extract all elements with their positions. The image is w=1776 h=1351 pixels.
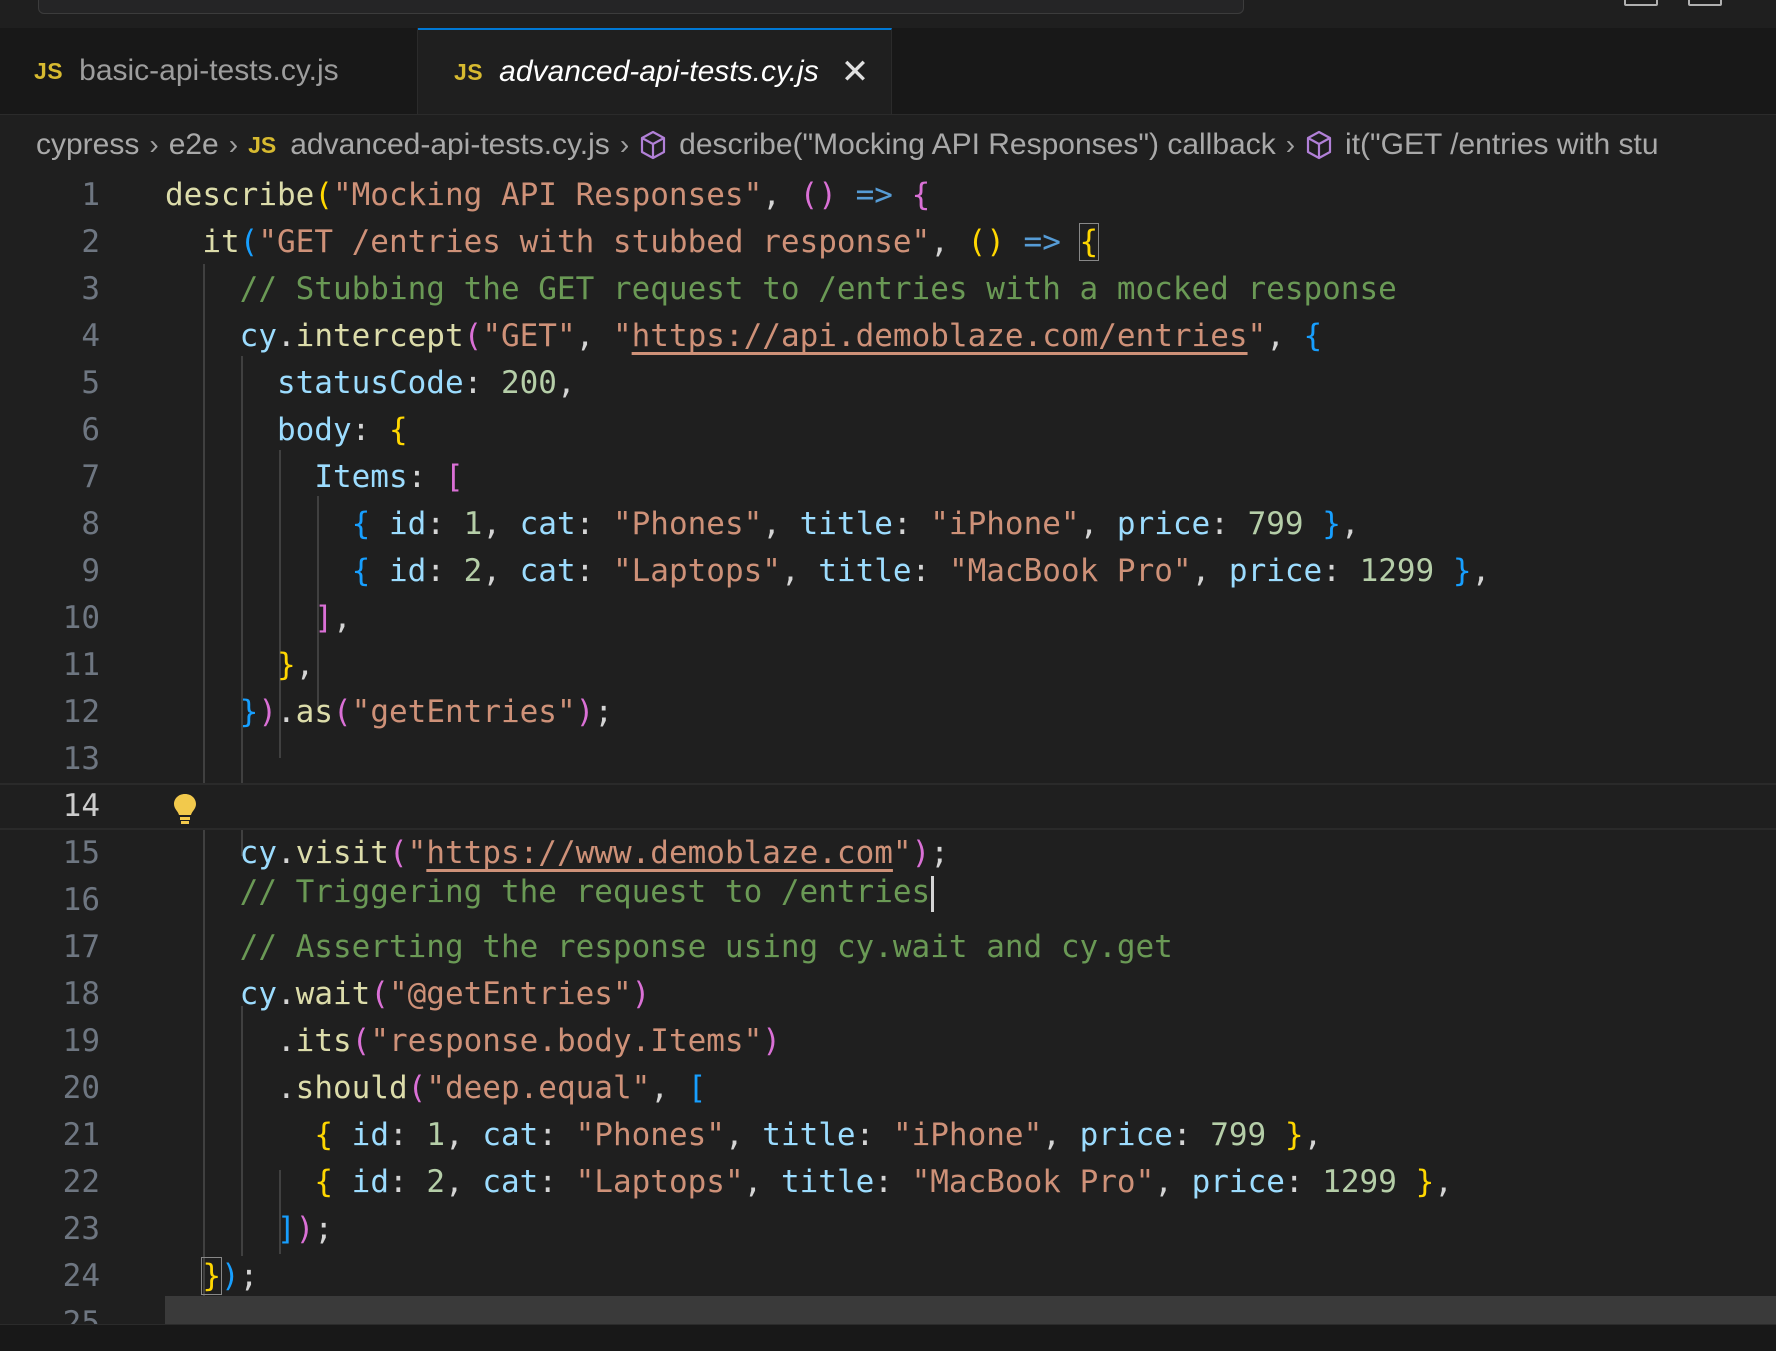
tab-label: basic-api-tests.cy.js [79,54,339,87]
code-line[interactable]: 22 { id: 2, cat: "Laptops", title: "MacB… [0,1159,1776,1206]
horizontal-scrollbar[interactable] [165,1296,1776,1324]
line-number: 10 [62,600,100,636]
close-icon[interactable]: ✕ [841,55,870,89]
line-number: 14 [62,788,100,824]
code-text: { id: 1, cat: "Phones", title: "iPhone",… [351,506,1360,542]
line-number: 24 [62,1258,100,1294]
code-text: // Asserting the response using cy.wait … [165,929,1173,965]
code-line[interactable]: 7 Items: [ [0,454,1776,501]
code-line[interactable]: 11 }, [0,642,1776,689]
chevron-right-icon: › [619,129,630,160]
code-line[interactable]: 17 // Asserting the response using cy.wa… [0,924,1776,971]
line-number: 15 [62,835,100,871]
line-number: 18 [62,976,100,1012]
line-number: 5 [81,365,100,401]
code-text: }); [201,1257,259,1295]
code-line[interactable]: 2 it("GET /entries with stubbed response… [0,219,1776,266]
line-number: 12 [62,694,100,730]
code-line[interactable]: 8 { id: 1, cat: "Phones", title: "iPhone… [0,501,1776,548]
symbol-method-icon [639,130,667,160]
code-line[interactable]: 6 body: { [0,407,1776,454]
layout-panel-icon[interactable] [1688,0,1722,6]
line-number: 19 [62,1023,100,1059]
code-editor[interactable]: 1 describe("Mocking API Responses", () =>… [0,170,1776,1328]
code-line[interactable]: 10 ], [0,595,1776,642]
line-number: 20 [62,1070,100,1106]
code-line[interactable]: 5 statusCode: 200, [0,360,1776,407]
code-line[interactable]: 15 cy.visit("https://www.demoblaze.com")… [0,830,1776,877]
code-line[interactable]: 20 .should("deep.equal", [ [0,1065,1776,1112]
code-text: }).as("getEntries"); [239,694,613,730]
code-text: cy.wait("@getEntries") [239,976,651,1012]
code-line[interactable]: 19 .its("response.body.Items") [0,1018,1776,1065]
code-text: .should("deep.equal", [ [165,1070,707,1106]
code-line[interactable]: 4 cy.intercept("GET", "https://api.demob… [0,313,1776,360]
code-text: ]); [276,1211,333,1247]
symbol-method-icon [1305,130,1333,160]
code-line[interactable]: 3 // Stubbing the GET request to /entrie… [0,266,1776,313]
line-number: 21 [62,1117,100,1153]
line-number: 22 [62,1164,100,1200]
code-text: cy.intercept("GET", "https://api.demobla… [239,318,1323,354]
chevron-right-icon: › [1285,129,1296,160]
title-bar [0,0,1776,29]
code-line[interactable]: 18 cy.wait("@getEntries") [0,971,1776,1018]
layout-toggle-icon[interactable] [1624,0,1658,6]
tab-basic-api-tests[interactable]: JS basic-api-tests.cy.js [0,28,418,114]
code-line[interactable]: 12 }).as("getEntries"); [0,689,1776,736]
code-text: describe("Mocking API Responses", () => … [165,177,931,213]
tab-label: advanced-api-tests.cy.js [499,55,819,88]
line-number: 13 [62,741,100,777]
code-text: ], [314,600,352,636]
code-text: cy.visit("https://www.demoblaze.com"); [239,835,949,871]
line-number: 8 [81,506,100,542]
line-number: 23 [62,1211,100,1247]
code-text: statusCode: 200, [276,365,576,401]
code-text: // Stubbing the GET request to /entries … [165,271,1397,307]
code-text: .its("response.body.Items") [165,1023,781,1059]
code-line-current[interactable]: 14 // Triggering the request to /entries [0,783,1776,912]
code-text: { id: 2, cat: "Laptops", title: "MacBook… [314,1164,1453,1200]
code-text: }, [276,647,315,683]
chevron-right-icon: › [228,129,239,160]
code-line[interactable]: 13 [0,736,1776,783]
code-line[interactable]: 1 describe("Mocking API Responses", () =>… [0,172,1776,219]
status-bar [0,1324,1776,1351]
breadcrumb-item-cypress[interactable]: cypress [36,128,139,162]
code-line[interactable]: 9 { id: 2, cat: "Laptops", title: "MacBo… [0,548,1776,595]
code-text: it("GET /entries with stubbed response",… [202,223,1100,261]
breadcrumb-item-it[interactable]: it("GET /entries with stu [1345,128,1659,162]
js-file-icon: JS [248,131,277,158]
line-number: 11 [62,647,100,683]
code-text: Items: [ [314,459,464,495]
breadcrumb: cypress › e2e › JS advanced-api-tests.cy… [0,114,1776,176]
line-number: 17 [62,929,100,965]
code-text: { id: 2, cat: "Laptops", title: "MacBook… [351,553,1491,589]
line-number: 7 [81,459,100,495]
js-file-icon: JS [454,58,484,85]
line-number: 3 [81,271,100,307]
line-number: 9 [81,553,100,589]
code-line[interactable]: 23 ]); [0,1206,1776,1253]
line-number: 2 [81,224,100,260]
line-number: 1 [81,177,100,213]
breadcrumb-item-describe[interactable]: describe("Mocking API Responses") callba… [679,128,1276,162]
tab-advanced-api-tests[interactable]: JS advanced-api-tests.cy.js ✕ [418,28,892,114]
line-number: 4 [81,318,100,354]
breadcrumb-item-e2e[interactable]: e2e [169,128,219,162]
breadcrumb-item-file[interactable]: advanced-api-tests.cy.js [290,128,610,162]
code-text: body: { [276,412,408,448]
js-file-icon: JS [34,57,64,84]
code-text: { id: 1, cat: "Phones", title: "iPhone",… [314,1117,1323,1153]
code-line[interactable]: 24 }); [0,1253,1776,1300]
chevron-right-icon: › [149,129,159,160]
code-line[interactable]: 21 { id: 1, cat: "Phones", title: "iPhon… [0,1112,1776,1159]
line-number: 6 [81,412,100,448]
editor-tab-bar: JS basic-api-tests.cy.js JS advanced-api… [0,28,1776,115]
code-line[interactable]: 16 [0,877,1776,924]
command-center-search[interactable] [38,0,1244,14]
line-number: 16 [62,882,100,918]
